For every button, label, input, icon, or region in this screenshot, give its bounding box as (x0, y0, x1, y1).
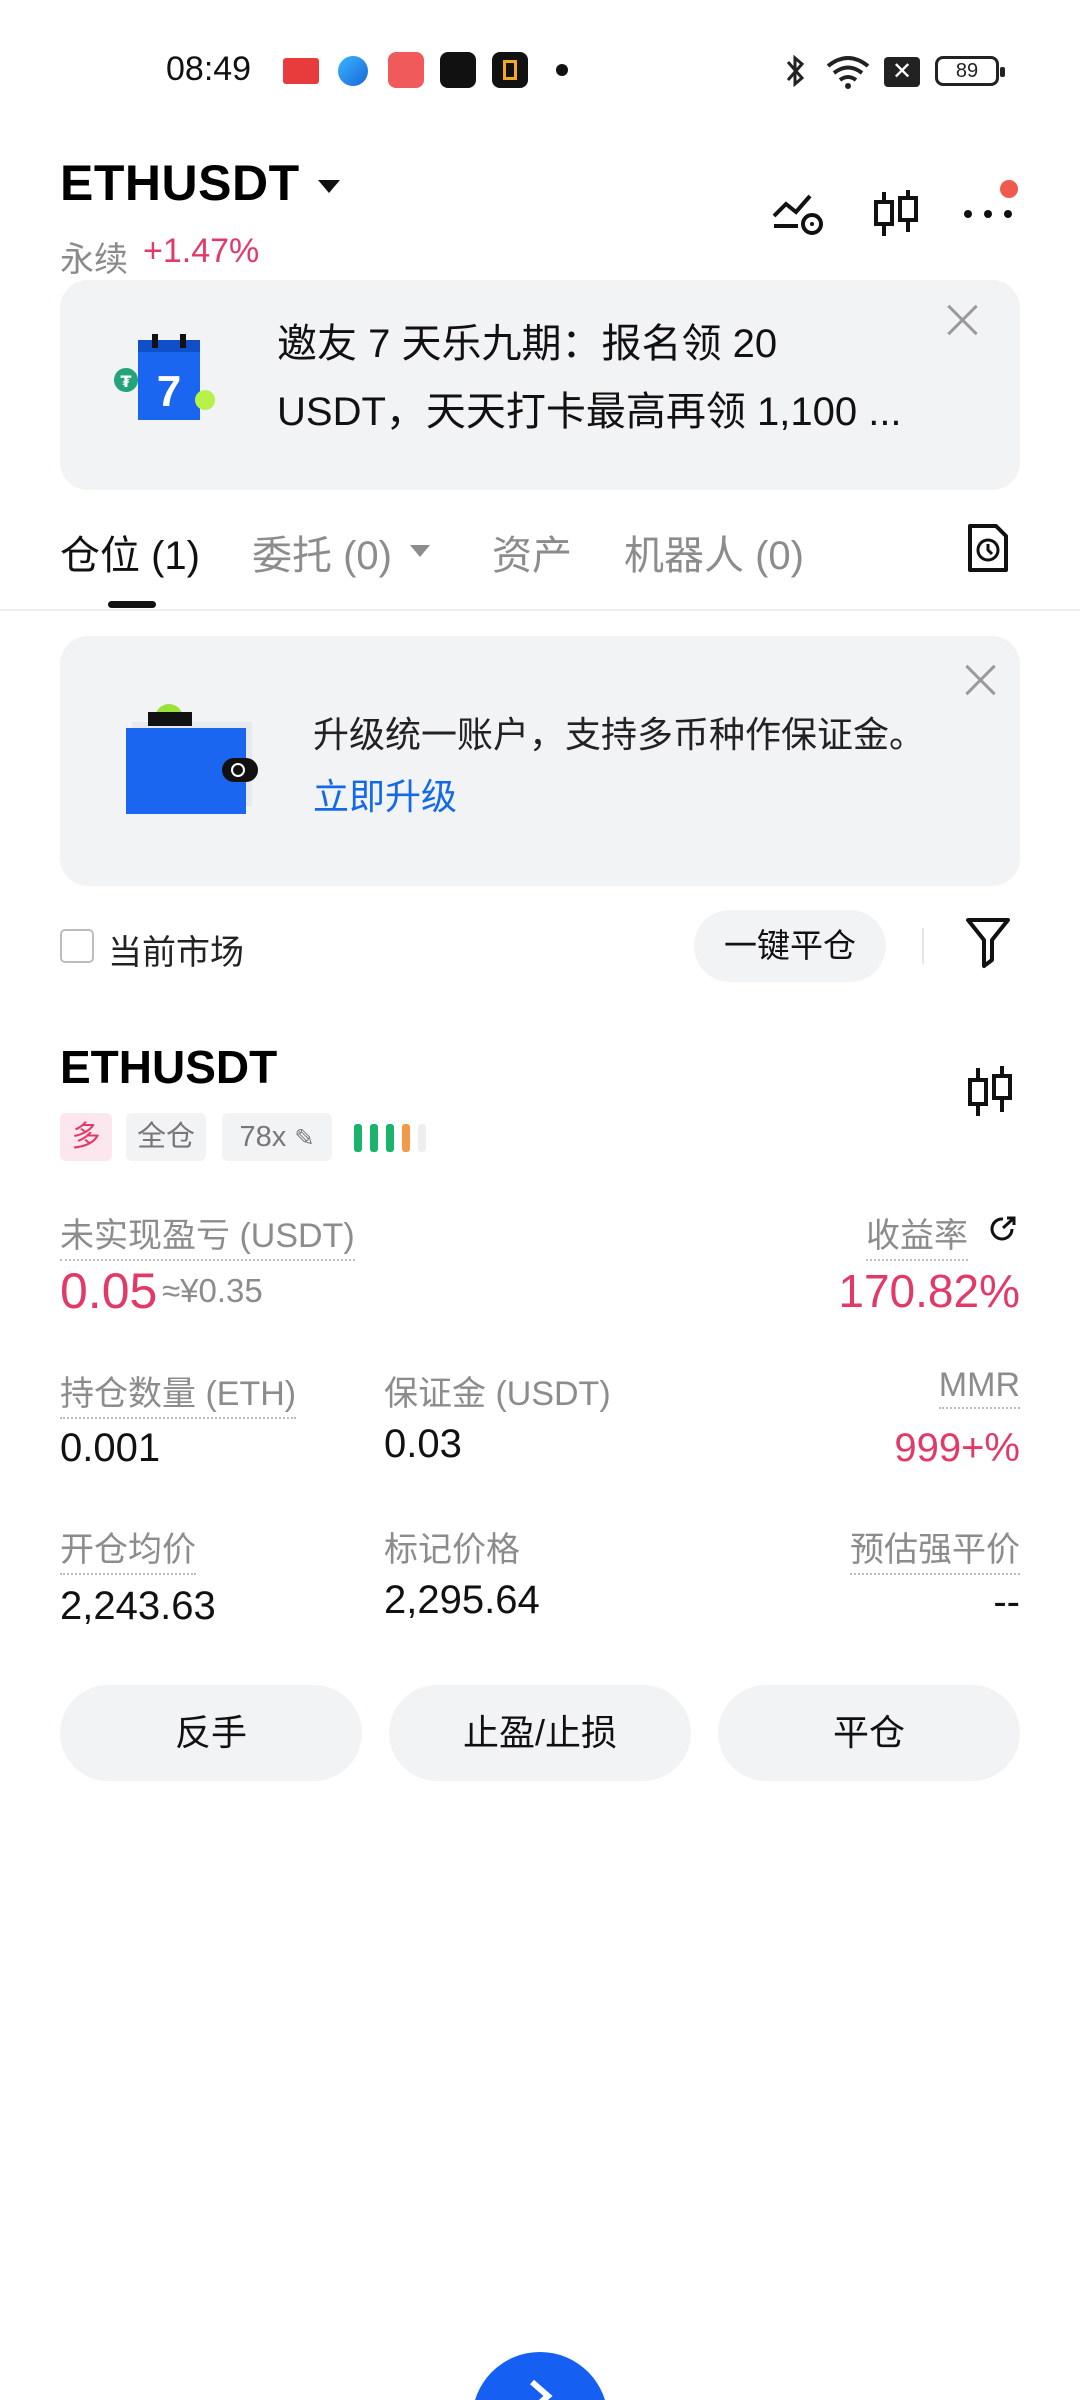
liq-price-value: -- (993, 1580, 1020, 1624)
unrealized-pnl-label[interactable]: 未实现盈亏 (USDT) (60, 1208, 355, 1261)
close-icon[interactable] (942, 300, 982, 340)
mark-price-label: 标记价格 (384, 1531, 520, 1569)
leverage-badge[interactable]: 78x ✎ (222, 1113, 332, 1161)
caret-down-icon[interactable] (410, 545, 430, 557)
calendar-number: 7 (157, 367, 181, 416)
candlestick-icon[interactable] (868, 186, 924, 242)
roe-value: 170.82% (838, 1265, 1020, 1317)
battery-icon: 89 (935, 56, 1005, 86)
edit-icon[interactable]: ✎ (294, 1125, 314, 1152)
calendar-icon: 7 ₮ (114, 334, 215, 420)
upgrade-text: 升级统一账户，支持多币种作保证金。 (313, 714, 926, 755)
side-badge: 多 (60, 1113, 112, 1161)
floating-action-button[interactable] (472, 2352, 608, 2400)
unrealized-pnl-value: 0.05 (60, 1263, 158, 1319)
tab-orders[interactable]: 委托 (0) (252, 523, 392, 581)
wallet-icon (126, 704, 258, 814)
promo-text[interactable]: 邀友 7 天乐九期：报名领 20 USDT，天天打卡最高再领 1,100 ... (277, 310, 937, 446)
notification-dot-icon (556, 64, 568, 76)
trade-chart-icon[interactable] (770, 186, 826, 242)
roe-label[interactable]: 收益率 (866, 1208, 968, 1261)
upgrade-banner: 升级统一账户，支持多币种作保证金。 立即升级 (60, 636, 1020, 886)
mark-price-value: 2,295.64 (384, 1578, 540, 1622)
tiktok-icon (440, 52, 476, 88)
status-time: 08:49 (166, 50, 252, 88)
margin-label[interactable]: 保证金 (USDT) (384, 1366, 611, 1417)
liq-price-label[interactable]: 预估强平价 (850, 1522, 1020, 1575)
close-all-button[interactable]: 一键平仓 (694, 910, 886, 982)
close-box-icon: ✕ (884, 57, 920, 87)
browser-icon (338, 56, 368, 86)
tab-positions[interactable]: 仓位 (1) (60, 523, 200, 581)
promo-banner[interactable]: 7 ₮ 邀友 7 天乐九期：报名领 20 USDT，天天打卡最高再领 1,100… (60, 280, 1020, 490)
close-position-button[interactable]: 平仓 (718, 1685, 1020, 1781)
price-change: +1.47% (143, 232, 260, 270)
tab-assets[interactable]: 资产 (492, 523, 572, 581)
symbol-selector[interactable]: ETHUSDT (60, 154, 300, 212)
tp-sl-button[interactable]: 止盈/止损 (389, 1685, 691, 1781)
share-icon[interactable] (988, 1214, 1018, 1244)
active-tab-indicator (108, 601, 156, 608)
tab-bots[interactable]: 机器人 (0) (624, 523, 804, 581)
candlestick-icon[interactable] (964, 1062, 1016, 1122)
risk-bar (418, 1124, 426, 1152)
mmr-value: 999+% (894, 1426, 1020, 1470)
app-icon (492, 52, 528, 88)
risk-bar (386, 1124, 394, 1152)
chevron-right-icon (530, 2379, 553, 2400)
contract-type: 永续 (60, 241, 128, 279)
notification-badge (1000, 180, 1018, 198)
bluetooth-icon (786, 54, 805, 88)
current-market-checkbox[interactable] (60, 929, 94, 963)
status-bar: 08:49 ✕ 89 (0, 0, 1080, 144)
tether-symbol: ₮ (120, 372, 131, 391)
entry-price-label[interactable]: 开仓均价 (60, 1522, 196, 1575)
leverage-value: 78x (239, 1121, 287, 1153)
mmr-label[interactable]: MMR (938, 1366, 1020, 1409)
margin-value: 0.03 (384, 1422, 462, 1466)
position-size-value: 0.001 (60, 1426, 161, 1470)
entry-price-value: 2,243.63 (60, 1584, 216, 1628)
risk-bar (370, 1124, 378, 1152)
video-app-icon (388, 52, 424, 88)
history-icon[interactable] (966, 522, 1010, 574)
filter-divider (922, 928, 924, 964)
position-size-label[interactable]: 持仓数量 (ETH) (60, 1366, 297, 1419)
caret-down-icon[interactable] (318, 180, 340, 193)
wifi-icon (826, 56, 870, 89)
close-icon[interactable] (960, 660, 990, 690)
position-symbol[interactable]: ETHUSDT (60, 1040, 277, 1094)
filter-icon[interactable] (964, 914, 1012, 970)
current-market-label[interactable]: 当前市场 (108, 925, 244, 974)
risk-bar (354, 1124, 362, 1152)
tabs-divider (0, 609, 1080, 611)
unrealized-pnl-cny: ≈¥0.35 (162, 1272, 263, 1309)
upgrade-link[interactable]: 立即升级 (313, 768, 457, 820)
toutiao-icon (283, 58, 319, 84)
risk-bar (402, 1124, 410, 1152)
reverse-button[interactable]: 反手 (60, 1685, 362, 1781)
margin-mode-badge: 全仓 (126, 1113, 206, 1161)
